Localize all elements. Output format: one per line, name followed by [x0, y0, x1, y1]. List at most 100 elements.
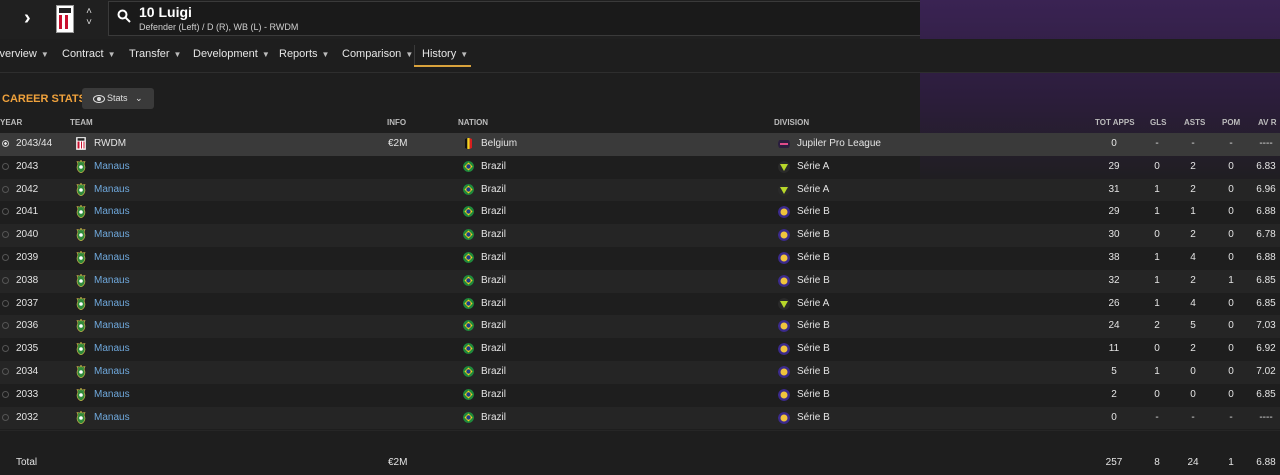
nation-cell[interactable]: Brazil — [481, 298, 506, 309]
nation-cell[interactable]: Brazil — [481, 161, 506, 172]
edit-icon[interactable]: ✎ — [940, 10, 958, 28]
tab-history[interactable]: History ▼ — [422, 48, 468, 60]
fm-logo-icon[interactable]: FM — [1040, 10, 1058, 28]
col-pom[interactable]: POM — [1222, 118, 1240, 127]
table-row[interactable]: 2041 Manaus Brazil Série B 29 1 1 0 6.88 — [0, 201, 1280, 224]
table-row[interactable]: 2042 Manaus Brazil Série A 31 1 2 0 6.96 — [0, 178, 1280, 202]
team-link[interactable]: Manaus — [94, 320, 130, 331]
help-icon[interactable]: ? — [1008, 11, 1024, 27]
nation-cell[interactable]: Brazil — [481, 206, 506, 217]
division-cell[interactable]: Jupiler Pro League — [797, 138, 881, 149]
col-av-r[interactable]: AV R — [1258, 118, 1277, 127]
col-team[interactable]: TEAM — [70, 118, 93, 127]
division-cell[interactable]: Série B — [797, 320, 830, 331]
row-select-radio[interactable] — [2, 253, 9, 261]
team-link[interactable]: RWDM — [94, 138, 126, 149]
row-select-radio[interactable] — [2, 185, 9, 193]
nation-cell[interactable]: Brazil — [481, 320, 506, 331]
pom-cell: - — [1229, 411, 1233, 423]
row-select-radio[interactable] — [2, 413, 9, 421]
row-select-radio[interactable] — [2, 231, 9, 239]
col-info[interactable]: INFO — [387, 118, 406, 127]
row-select-radio[interactable] — [2, 162, 9, 170]
tab-development[interactable]: Development ▼ — [193, 48, 270, 60]
nation-cell[interactable]: Brazil — [481, 366, 506, 377]
row-select-radio[interactable] — [2, 276, 9, 284]
team-link[interactable]: Manaus — [94, 389, 130, 400]
nation-cell[interactable]: Brazil — [481, 389, 506, 400]
tab-comparison[interactable]: Comparison ▼ — [342, 48, 413, 60]
serie-b-icon — [778, 274, 790, 287]
team-link[interactable]: Manaus — [94, 275, 130, 286]
division-cell[interactable]: Série B — [797, 343, 830, 354]
division-cell[interactable]: Série A — [797, 161, 829, 172]
col-gls[interactable]: GLS — [1150, 118, 1166, 127]
table-row[interactable]: 2039 Manaus Brazil Série B 38 1 4 0 6.88 — [0, 247, 1280, 270]
table-row[interactable]: 2036 Manaus Brazil Série B 24 2 5 0 7.03 — [0, 315, 1280, 339]
row-select-radio[interactable] — [2, 345, 9, 353]
pom-cell: 0 — [1228, 297, 1234, 309]
division-cell[interactable]: Série B — [797, 275, 830, 286]
tab-transfer[interactable]: Transfer ▼ — [129, 48, 181, 60]
table-row[interactable]: 2043 Manaus Brazil Série A 29 0 2 0 6.83 — [0, 156, 1280, 179]
nation-cell[interactable]: Belgium — [481, 138, 517, 149]
nation-cell[interactable]: Brazil — [481, 412, 506, 423]
division-cell[interactable]: Série B — [797, 389, 830, 400]
nation-cell[interactable]: Brazil — [481, 184, 506, 195]
col-asts[interactable]: ASTS — [1184, 118, 1205, 127]
table-row[interactable]: 2034 Manaus Brazil Série B 5 1 0 0 7.02 — [0, 360, 1280, 384]
nation-cell[interactable]: Brazil — [481, 252, 506, 263]
division-cell[interactable]: Série A — [797, 298, 829, 309]
division-cell[interactable]: Série B — [797, 229, 830, 240]
apps-cell: 29 — [1108, 160, 1120, 172]
tab-contract[interactable]: Contract ▼ — [62, 48, 116, 60]
row-select-radio[interactable] — [2, 390, 9, 398]
col-division[interactable]: DIVISION — [774, 118, 809, 127]
tab-reports[interactable]: Reports ▼ — [279, 48, 329, 60]
team-link[interactable]: Manaus — [94, 206, 130, 217]
table-row[interactable]: 2040 Manaus Brazil Série B 30 0 2 0 6.78 — [0, 224, 1280, 247]
team-link[interactable]: Manaus — [94, 229, 130, 240]
current-date: 31 Jan 2044 — [1086, 21, 1148, 33]
table-row[interactable]: 2038 Manaus Brazil Série B 32 1 2 1 6.85 — [0, 269, 1280, 293]
table-row[interactable]: 2033 Manaus Brazil Série B 2 0 0 0 6.85 — [0, 384, 1280, 407]
table-row[interactable]: 2032 Manaus Brazil Série B 0- - - ---- — [0, 406, 1280, 430]
assists-cell: 2 — [1190, 229, 1196, 241]
nation-cell[interactable]: Brazil — [481, 229, 506, 240]
table-row[interactable]: 2035 Manaus Brazil Série B 11 0 2 0 6.92 — [0, 338, 1280, 361]
col-nation[interactable]: NATION — [458, 118, 488, 127]
nation-cell[interactable]: Brazil — [481, 343, 506, 354]
team-link[interactable]: Manaus — [94, 412, 130, 423]
team-link[interactable]: Manaus — [94, 366, 130, 377]
stats-view-button[interactable]: Stats ⌄ — [82, 88, 154, 109]
row-select-radio[interactable] — [2, 322, 9, 330]
team-link[interactable]: Manaus — [94, 298, 130, 309]
division-cell[interactable]: Série B — [797, 252, 830, 263]
nation-cell[interactable]: Brazil — [481, 275, 506, 286]
table-row[interactable]: 2043/44 RWDM €2M Belgium Jupiler Pro League 0… — [0, 133, 1280, 156]
division-cell[interactable]: Série A — [797, 184, 829, 195]
team-link[interactable]: Manaus — [94, 161, 130, 172]
row-select-radio[interactable] — [2, 208, 9, 216]
division-cell[interactable]: Série B — [797, 206, 830, 217]
team-link[interactable]: Manaus — [94, 252, 130, 263]
col-year[interactable]: YEAR — [0, 118, 22, 127]
date-panel[interactable]: Sun 15:30 31 Jan 2044 — [1073, 3, 1174, 37]
col-tot-apps[interactable]: TOT APPS — [1095, 118, 1135, 127]
table-row[interactable]: 2037 Manaus Brazil Série A 26 1 4 0 6.85 — [0, 293, 1280, 316]
forward-arrow-icon[interactable]: › — [24, 8, 40, 28]
player-switch-icon[interactable]: ˄ ˅ — [83, 6, 95, 28]
avr-cell: 6.88 — [1256, 206, 1276, 218]
club-crest-icon[interactable] — [56, 5, 74, 33]
fixtures-button[interactable]: FIXTURES › — [1187, 3, 1280, 35]
row-select-radio[interactable] — [2, 140, 9, 147]
division-cell[interactable]: Série B — [797, 412, 830, 423]
division-cell[interactable]: Série B — [797, 366, 830, 377]
search-icon[interactable] — [117, 9, 131, 23]
row-select-radio[interactable] — [2, 367, 9, 375]
team-link[interactable]: Manaus — [94, 343, 130, 354]
row-select-radio[interactable] — [2, 299, 9, 307]
skull-icon[interactable]: ☠ — [974, 10, 992, 28]
tab-overview[interactable]: Overview▼ — [0, 48, 49, 60]
team-link[interactable]: Manaus — [94, 184, 130, 195]
